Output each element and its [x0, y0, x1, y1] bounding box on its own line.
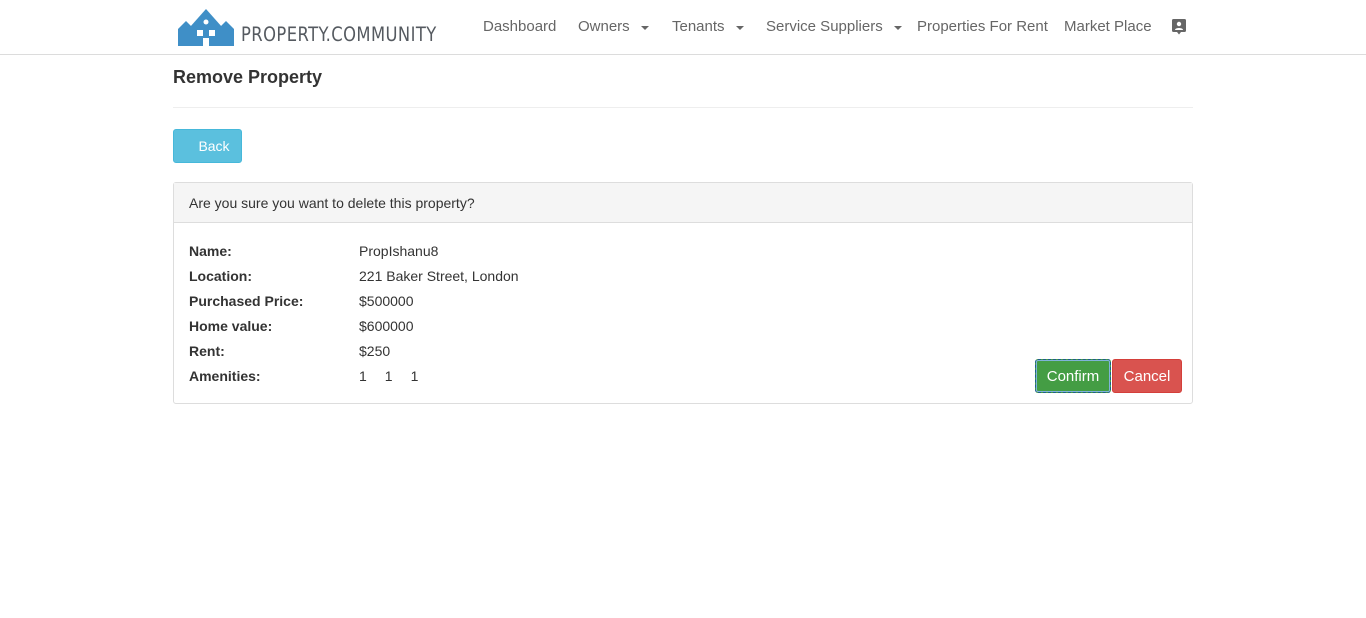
rent-value: $250	[359, 343, 391, 359]
purchased-price-label: Purchased Price:	[189, 293, 304, 309]
delete-confirmation-panel: Are you sure you want to delete this pro…	[173, 182, 1193, 404]
brand-link[interactable]: PROPERTY.COMMUNITY	[177, 5, 474, 47]
top-navbar: PROPERTY.COMMUNITY Dashboard Owners Tena…	[0, 0, 1366, 55]
nav-dashboard-label: Dashboard	[483, 18, 557, 35]
name-value: PropIshanu8	[359, 243, 439, 259]
brand-name: PROPERTY.COMMUNITY	[241, 23, 437, 46]
house-logo-icon	[178, 9, 234, 46]
home-value-value: $600000	[359, 318, 414, 334]
home-value-label: Home value:	[189, 318, 273, 334]
back-button[interactable]: Back	[173, 129, 242, 163]
chevron-down-icon	[893, 25, 902, 30]
nav-service-suppliers-label: Service Suppliers	[766, 18, 883, 35]
contact-card-icon[interactable]	[1171, 18, 1187, 35]
confirm-button[interactable]: Confirm	[1035, 359, 1111, 393]
amenities-label: Amenities:	[189, 368, 261, 384]
nav-owners-dropdown[interactable]: Owners	[578, 17, 649, 37]
panel-heading: Are you sure you want to delete this pro…	[174, 183, 1192, 223]
amenity-count: 1	[410, 368, 419, 384]
nav-tenants-dropdown[interactable]: Tenants	[672, 17, 744, 37]
location-value: 221 Baker Street, London	[359, 268, 519, 284]
cancel-button[interactable]: Cancel	[1112, 359, 1182, 393]
amenity-count: 1	[359, 368, 367, 384]
nav-market-place[interactable]: Market Place	[1064, 17, 1152, 37]
location-label: Location:	[189, 268, 252, 284]
name-label: Name:	[189, 243, 232, 259]
amenities-value: 1 1 1	[359, 366, 436, 386]
nav-market-place-label: Market Place	[1064, 18, 1152, 35]
purchased-price-value: $500000	[359, 293, 414, 309]
nav-owners-label: Owners	[578, 18, 630, 35]
nav-tenants-label: Tenants	[672, 18, 725, 35]
nav-properties-for-rent[interactable]: Properties For Rent	[917, 17, 1048, 37]
nav-dashboard[interactable]: Dashboard	[483, 17, 556, 37]
nav-properties-for-rent-label: Properties For Rent	[917, 18, 1048, 35]
divider	[173, 107, 1193, 108]
rent-label: Rent:	[189, 343, 225, 359]
amenity-count: 1	[384, 368, 393, 384]
page-title: Remove Property	[173, 67, 323, 87]
nav-service-suppliers-dropdown[interactable]: Service Suppliers	[766, 17, 902, 37]
chevron-down-icon	[640, 25, 649, 30]
chevron-down-icon	[735, 25, 744, 30]
